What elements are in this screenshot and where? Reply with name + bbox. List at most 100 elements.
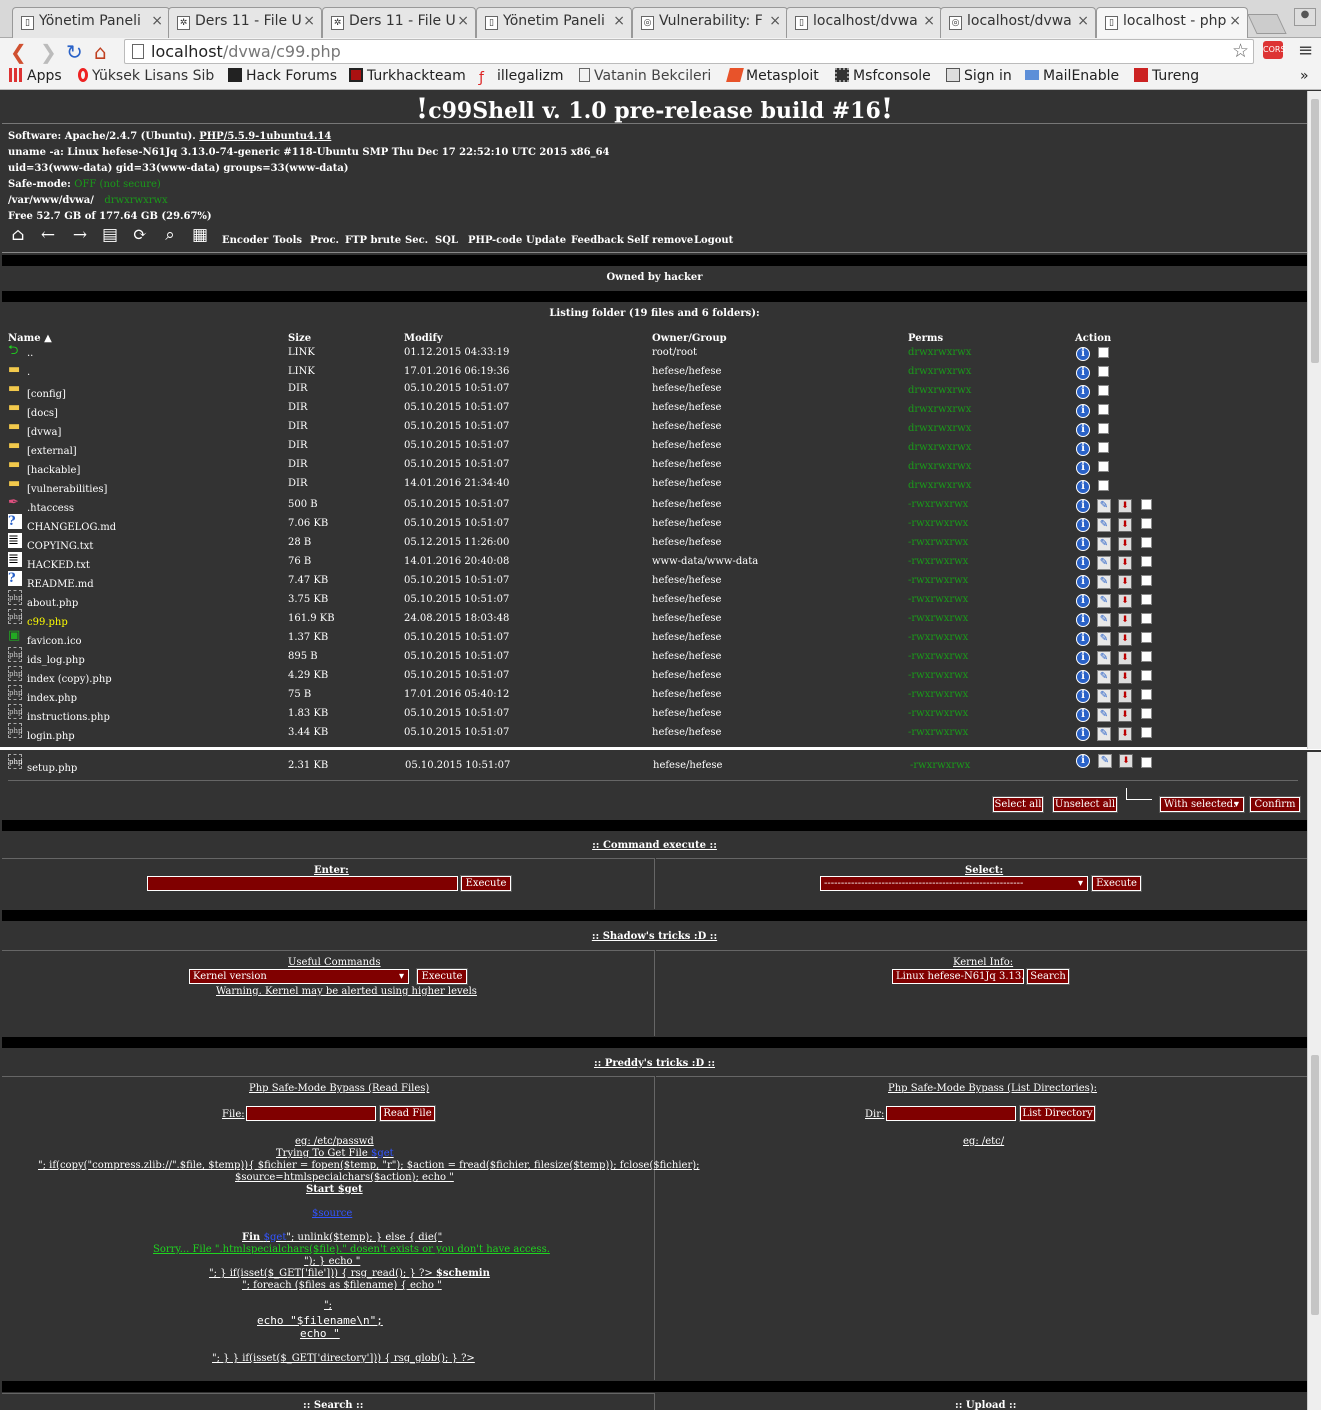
edit-icon[interactable]: ✎ — [1097, 651, 1111, 665]
info-icon[interactable]: i — [1076, 366, 1090, 380]
file-perms[interactable]: -rwxrwxrwx — [908, 556, 968, 567]
select-checkbox[interactable] — [1141, 556, 1152, 567]
select-checkbox[interactable] — [1098, 366, 1109, 377]
info-icon[interactable]: i — [1076, 689, 1090, 703]
select-checkbox[interactable] — [1098, 347, 1109, 358]
file-perms[interactable]: drwxrwxrwx — [908, 480, 971, 491]
file-perms[interactable]: drwxrwxrwx — [908, 366, 971, 377]
file-name-link[interactable]: COPYING.txt — [27, 541, 93, 552]
info-icon[interactable]: i — [1076, 708, 1090, 722]
close-tab-icon[interactable]: × — [151, 13, 163, 29]
select-checkbox[interactable] — [1141, 708, 1152, 719]
home-icon[interactable]: ⌂ — [8, 226, 28, 244]
user-profile-icon[interactable]: ● — [1294, 8, 1316, 26]
home-icon[interactable]: ⌂ — [94, 40, 107, 64]
select-checkbox[interactable] — [1141, 670, 1152, 681]
select-checkbox[interactable] — [1141, 727, 1152, 738]
file-perms[interactable]: -rwxrwxrwx — [908, 651, 968, 662]
command-input[interactable] — [147, 876, 458, 891]
edit-icon[interactable]: ✎ — [1097, 613, 1111, 627]
file-perms[interactable]: -rwxrwxrwx — [908, 594, 968, 605]
file-name-link[interactable]: instructions.php — [27, 712, 110, 723]
select-checkbox[interactable] — [1141, 499, 1152, 510]
file-perms[interactable]: drwxrwxrwx — [908, 385, 971, 396]
execute-button[interactable]: Execute — [460, 875, 512, 892]
tool-tools[interactable]: Tools — [273, 235, 302, 246]
bookmark-item[interactable]: Metasploit — [726, 68, 819, 84]
file-name-link[interactable]: [docs] — [27, 408, 58, 419]
bookmark-item[interactable]: Yüksek Lisans Sib — [78, 68, 214, 84]
useful-commands-select[interactable]: Kernel version — [189, 969, 409, 984]
tool-self-remove[interactable]: Self remove — [627, 235, 693, 246]
file-perms[interactable]: -rwxrwxrwx — [908, 670, 968, 681]
file-name-link[interactable]: about.php — [27, 598, 78, 609]
tool-sec[interactable]: Sec. — [405, 235, 428, 246]
close-tab-icon[interactable]: × — [457, 13, 469, 29]
kernel-search-button[interactable]: Search — [1026, 968, 1070, 985]
file-perms[interactable]: drwxrwxrwx — [908, 347, 971, 358]
file-perms[interactable]: drwxrwxrwx — [908, 423, 971, 434]
execute-select-button[interactable]: Execute — [1091, 875, 1142, 892]
file-name-link[interactable]: login.php — [27, 731, 75, 742]
file-name-link[interactable]: index.php — [27, 693, 77, 704]
download-icon[interactable]: ⬇ — [1118, 594, 1132, 608]
back-icon[interactable]: ❮ — [10, 40, 27, 64]
tool-update[interactable]: Update — [526, 235, 566, 246]
info-icon[interactable]: i — [1076, 594, 1090, 608]
file-name-link[interactable]: .htaccess — [27, 503, 74, 514]
browser-tab[interactable]: ✲ Ders 11 - File U × — [322, 7, 476, 38]
file-name-link[interactable]: c99.php — [27, 617, 68, 628]
useful-execute-button[interactable]: Execute — [416, 968, 468, 985]
browser-tab[interactable]: ▯ localhost/dvwa × — [786, 7, 942, 38]
close-tab-icon[interactable]: × — [923, 13, 935, 29]
cwd-link[interactable]: /var/www/dvwa/ — [8, 195, 94, 206]
tool-logout[interactable]: Logout — [694, 235, 733, 246]
select-checkbox[interactable] — [1141, 651, 1152, 662]
address-bar[interactable]: localhost/dvwa/c99.php ☆ — [124, 39, 1254, 64]
edit-icon[interactable]: ✎ — [1097, 594, 1111, 608]
select-checkbox[interactable] — [1141, 689, 1152, 700]
edit-icon[interactable]: ✎ — [1097, 518, 1111, 532]
more-bookmarks-icon[interactable]: » — [1300, 68, 1309, 84]
select-checkbox[interactable] — [1141, 613, 1152, 624]
scrollbar-thumb[interactable] — [1311, 1055, 1319, 1315]
bookmark-item[interactable]: Vatanin Bekcileri — [579, 68, 711, 84]
info-icon[interactable]: i — [1076, 518, 1090, 532]
select-checkbox[interactable] — [1098, 404, 1109, 415]
file-perms[interactable]: drwxrwxrwx — [908, 461, 971, 472]
file-perms[interactable]: drwxrwxrwx — [908, 442, 971, 453]
info-icon[interactable]: i — [1076, 727, 1090, 741]
file-name-link[interactable]: . — [27, 367, 30, 378]
download-icon[interactable]: ⬇ — [1118, 499, 1132, 513]
info-icon[interactable]: i — [1076, 613, 1090, 627]
info-icon[interactable]: i — [1076, 537, 1090, 551]
file-name-link[interactable]: [external] — [27, 446, 77, 457]
file-perms[interactable]: -rwxrwxrwx — [908, 727, 968, 738]
select-checkbox[interactable] — [1098, 461, 1109, 472]
browser-tab[interactable]: ◎ Vulnerability: F × — [632, 7, 788, 38]
info-icon[interactable]: i — [1076, 651, 1090, 665]
edit-icon[interactable]: ✎ — [1097, 537, 1111, 551]
select-checkbox[interactable] — [1141, 537, 1152, 548]
download-icon[interactable]: ⬇ — [1118, 708, 1132, 722]
file-name-link[interactable]: CHANGELOG.md — [27, 522, 116, 533]
download-icon[interactable]: ⬇ — [1118, 689, 1132, 703]
file-name-link[interactable]: index (copy).php — [27, 674, 112, 685]
file-perms[interactable]: -rwxrwxrwx — [908, 613, 968, 624]
forward-icon[interactable]: ❯ — [40, 40, 57, 64]
info-icon[interactable]: i — [1076, 461, 1090, 475]
file-perms[interactable]: -rwxrwxrwx — [908, 518, 968, 529]
select-checkbox[interactable] — [1098, 480, 1109, 491]
browser-tab[interactable]: ▯ Yönetim Paneli × — [476, 7, 632, 38]
info-icon[interactable]: i — [1076, 632, 1090, 646]
scrollbar[interactable] — [1307, 752, 1321, 1410]
folder-up-icon[interactable]: ▤ — [100, 226, 120, 244]
file-name-link[interactable]: favicon.ico — [27, 636, 82, 647]
edit-icon[interactable]: ✎ — [1097, 499, 1111, 513]
info-icon[interactable]: i — [1076, 754, 1090, 768]
select-all-button[interactable]: Select all — [992, 796, 1044, 813]
kernel-info-input[interactable]: Linux hefese-N61Jq 3.13.0-74 — [892, 969, 1024, 984]
browser-tab[interactable]: ◎ localhost/dvwa × — [940, 7, 1096, 38]
forward-arrow-icon[interactable]: → — [70, 226, 90, 244]
download-icon[interactable]: ⬇ — [1118, 727, 1132, 741]
